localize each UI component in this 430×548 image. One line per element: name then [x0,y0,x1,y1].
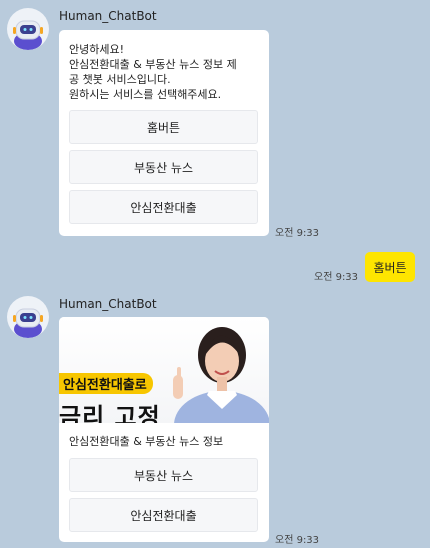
message-text: 안녕하세요! 안심전환대출 & 부동산 뉴스 정보 제 공 챗봇 서비스입니다.… [69,43,237,101]
message-time: 오전 9:33 [314,272,359,283]
message-time: 오전 9:33 [275,228,320,239]
banner-headline: 금리 고정 [59,403,161,423]
real-estate-news-button[interactable]: 부동산 뉴스 [69,150,258,184]
card-description: 안심전환대출 & 부동산 뉴스 정보 [69,435,224,448]
real-estate-news-button[interactable]: 부동산 뉴스 [69,458,258,492]
robot-avatar-icon [13,20,43,50]
safe-conversion-loan-button[interactable]: 안심전환대출 [69,190,258,224]
safe-conversion-loan-button[interactable]: 안심전환대출 [69,498,258,532]
bot-message-bubble: 안녕하세요! 안심전환대출 & 부동산 뉴스 정보 제 공 챗봇 서비스입니다.… [59,30,269,236]
sender-name: Human_ChatBot [59,9,157,23]
user-message-bubble: 홈버튼 [365,252,415,282]
message-time: 오전 9:33 [275,535,320,546]
bot-card-bubble: 안심전환대출로 금리 고정 안심전환대출 & 부동산 뉴스 정보 부동산 뉴스 … [59,317,269,542]
bot-avatar[interactable] [7,296,49,338]
banner-tag: 안심전환대출로 [59,373,153,394]
home-button[interactable]: 홈버튼 [69,110,258,144]
promo-banner-image[interactable]: 안심전환대출로 금리 고정 [59,317,269,423]
sender-name: Human_ChatBot [59,297,157,311]
robot-avatar-icon [13,308,43,338]
bot-avatar[interactable] [7,8,49,50]
